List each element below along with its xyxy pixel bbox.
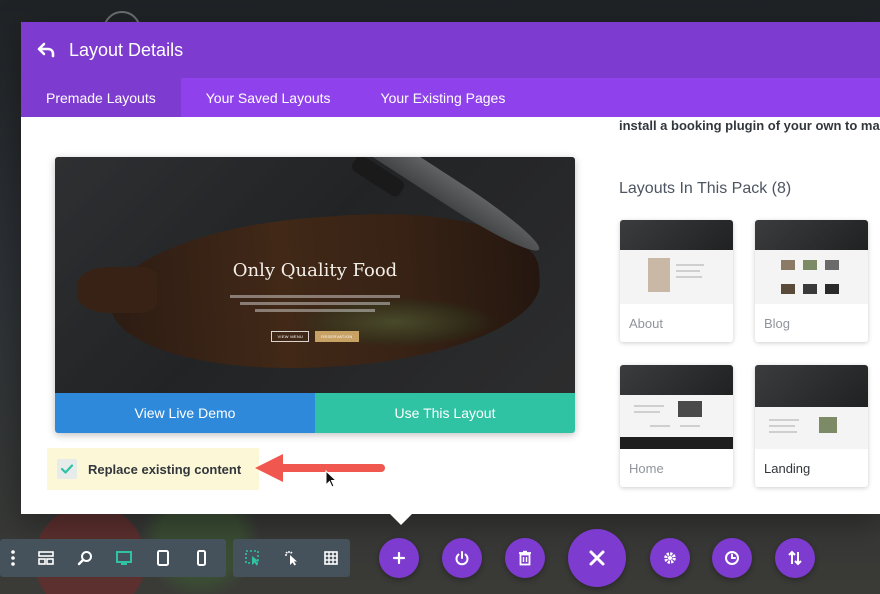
grid-icon[interactable] (311, 539, 350, 577)
replace-content-label: Replace existing content (88, 461, 242, 477)
layout-thumb-label: Landing (764, 460, 811, 476)
history-button[interactable] (712, 538, 752, 578)
preview-actions: View Live Demo Use This Layout (55, 393, 575, 433)
selection-mode-toolbar (233, 539, 350, 577)
use-this-layout-button[interactable]: Use This Layout (315, 393, 575, 433)
layouts-in-pack-heading: Layouts In This Pack (8) (619, 180, 792, 197)
modal-pointer (388, 512, 414, 525)
tab-existing-pages[interactable]: Your Existing Pages (356, 78, 531, 117)
layout-details-modal: Layout Details Premade Layouts Your Save… (21, 22, 880, 514)
settings-icon (664, 552, 676, 564)
preview-hero-buttons: VIEW MENU RESERVATION (55, 331, 575, 342)
layout-thumb-image (620, 365, 733, 449)
layout-thumb-landing[interactable]: Landing (755, 365, 868, 487)
layout-description-text: install a booking plugin of your own to … (619, 118, 880, 133)
sort-icon (788, 550, 802, 566)
replace-existing-content-option[interactable]: Replace existing content (47, 448, 259, 490)
close-button[interactable] (568, 529, 626, 587)
layout-preview-card: Only Quality Food VIEW MENU RESERVATION … (55, 157, 575, 433)
add-icon (392, 551, 406, 565)
layout-preview-image: Only Quality Food VIEW MENU RESERVATION (55, 157, 575, 393)
close-icon (589, 550, 605, 566)
layout-thumb-label: About (629, 315, 663, 331)
layout-thumb-image (620, 220, 733, 304)
layout-thumb-label: Blog (764, 315, 791, 331)
back-arrow-icon[interactable] (37, 41, 55, 59)
preview-reservation-button: RESERVATION (315, 331, 359, 342)
red-arrow-icon (255, 454, 385, 482)
layout-thumb-blog[interactable]: Blog (755, 220, 868, 342)
layout-thumb-image (755, 365, 868, 449)
layout-thumb-home[interactable]: Home (620, 365, 733, 487)
power-button[interactable] (442, 538, 482, 578)
checkmark-icon (61, 464, 73, 474)
trash-icon (519, 550, 531, 566)
modal-header: Layout Details (21, 22, 880, 78)
view-live-demo-button[interactable]: View Live Demo (55, 393, 315, 433)
add-button[interactable] (379, 538, 419, 578)
mouse-cursor-icon (325, 470, 337, 488)
layout-thumb-about[interactable]: About (620, 220, 733, 342)
history-icon (725, 551, 739, 565)
tab-premade-layouts[interactable]: Premade Layouts (21, 78, 181, 117)
tab-bar: Premade Layouts Your Saved Layouts Your … (21, 78, 880, 117)
preview-view-menu-button: VIEW MENU (271, 331, 310, 342)
power-icon (455, 551, 469, 566)
preview-hero-title: Only Quality Food (232, 260, 398, 281)
tablet-icon[interactable] (143, 539, 182, 577)
tab-saved-layouts[interactable]: Your Saved Layouts (181, 78, 356, 117)
click-mode-icon[interactable] (272, 539, 311, 577)
preview-hero-copy (215, 295, 415, 316)
layout-thumb-image (755, 220, 868, 304)
layout-thumb-label: Home (629, 460, 664, 476)
modal-title: Layout Details (69, 39, 184, 60)
wireframe-icon[interactable] (26, 539, 65, 577)
trash-button[interactable] (505, 538, 545, 578)
settings-button[interactable] (650, 538, 690, 578)
replace-content-checkbox[interactable] (57, 459, 77, 479)
desktop-icon[interactable] (104, 539, 143, 577)
more-dots-icon[interactable] (0, 539, 26, 577)
zoom-icon[interactable] (65, 539, 104, 577)
view-mode-toolbar (0, 539, 226, 577)
hover-select-icon[interactable] (233, 539, 272, 577)
sort-button[interactable] (775, 538, 815, 578)
phone-icon[interactable] (182, 539, 221, 577)
